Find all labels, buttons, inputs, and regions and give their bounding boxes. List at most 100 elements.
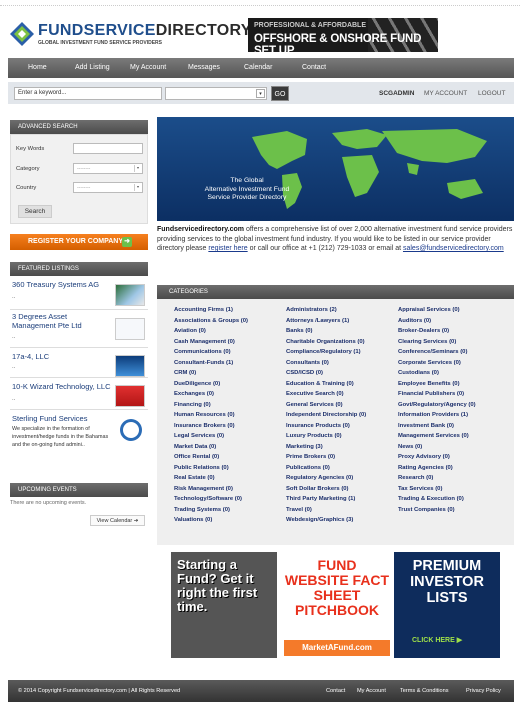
keyword-input[interactable]: Enter a keyword... xyxy=(14,87,162,100)
listing-thumbnail[interactable] xyxy=(115,355,145,377)
listing-name[interactable]: 3 Degrees Asset Management Pte Ltd xyxy=(12,312,112,330)
category-link[interactable]: Trust Companies (0) xyxy=(398,507,455,513)
list-item[interactable]: 17a-4, LLC .. xyxy=(10,352,148,378)
category-link[interactable]: Technology/Software (0) xyxy=(174,496,242,502)
category-link[interactable]: Banks (0) xyxy=(286,328,313,334)
listing-name[interactable]: 360 Treasury Systems AG xyxy=(12,280,112,289)
username-link[interactable]: SCGADMIN xyxy=(379,90,414,97)
category-link[interactable]: Proxy Advisory (0) xyxy=(398,454,450,460)
category-link[interactable]: Soft Dollar Brokers (0) xyxy=(286,486,349,492)
category-link[interactable]: Auditors (0) xyxy=(398,318,431,324)
category-link[interactable]: Publications (0) xyxy=(286,465,330,471)
sales-email-link[interactable]: sales@fundservicedirectory.com xyxy=(403,245,504,252)
category-link[interactable]: Custodians (0) xyxy=(398,370,439,376)
footer-terms-link[interactable]: Terms & Conditions xyxy=(400,688,449,694)
category-link[interactable]: Office Rental (0) xyxy=(174,454,219,460)
category-link[interactable]: Insurance Brokers (0) xyxy=(174,423,235,429)
category-link[interactable]: Prime Brokers (0) xyxy=(286,454,335,460)
category-link[interactable]: Corporate Services (0) xyxy=(398,360,461,366)
category-link[interactable]: Cash Management (0) xyxy=(174,339,235,345)
logout-link[interactable]: LOGOUT xyxy=(478,90,505,97)
category-select[interactable]: -------- ▾ xyxy=(73,163,143,174)
category-link[interactable]: CSD/ICSD (0) xyxy=(286,370,323,376)
category-link[interactable]: Financial Publishers (0) xyxy=(398,391,464,397)
category-link[interactable]: Investment Bank (0) xyxy=(398,423,454,429)
category-link[interactable]: Luxury Products (0) xyxy=(286,433,342,439)
category-link[interactable]: Administrators (2) xyxy=(286,307,337,313)
listing-name[interactable]: Sterling Fund Services xyxy=(12,414,122,423)
category-link[interactable]: News (0) xyxy=(398,444,422,450)
site-logo[interactable]: FUNDSERVICEDIRECTORY.COM GLOBAL INVESTME… xyxy=(10,20,293,50)
category-link[interactable]: Travel (0) xyxy=(286,507,312,513)
category-link[interactable]: CRM (0) xyxy=(174,370,196,376)
go-button[interactable]: GO xyxy=(271,86,289,101)
listing-thumbnail[interactable] xyxy=(115,385,145,407)
category-link[interactable]: Attorneys /Lawyers (1) xyxy=(286,318,349,324)
category-link[interactable]: Insurance Products (0) xyxy=(286,423,350,429)
listing-thumbnail[interactable] xyxy=(115,284,145,306)
category-link[interactable]: Information Providers (1) xyxy=(398,412,468,418)
fund-setup-banner[interactable]: PROFESSIONAL & AFFORDABLE OFFSHORE & ONS… xyxy=(248,18,438,52)
category-link[interactable]: Risk Management (0) xyxy=(174,486,233,492)
view-calendar-button[interactable]: View Calendar ➔ xyxy=(90,515,145,526)
category-link[interactable]: Financing (0) xyxy=(174,402,211,408)
category-link[interactable]: Consultants (0) xyxy=(286,360,329,366)
category-link[interactable]: Exchanges (0) xyxy=(174,391,214,397)
category-link[interactable]: Govt/Regulatory/Agency (0) xyxy=(398,402,476,408)
nav-home[interactable]: Home xyxy=(28,64,47,71)
listing-name[interactable]: 10-K Wizard Technology, LLC xyxy=(12,382,112,391)
search-category-select[interactable]: ▾ xyxy=(165,87,267,100)
category-link[interactable]: Charitable Organizations (0) xyxy=(286,339,365,345)
category-link[interactable]: Appraisal Services (0) xyxy=(398,307,460,313)
category-link[interactable]: Tax Services (0) xyxy=(398,486,442,492)
category-link[interactable]: Research (0) xyxy=(398,475,433,481)
category-link[interactable]: Independent Directorship (0) xyxy=(286,412,366,418)
category-link[interactable]: Management Services (0) xyxy=(398,433,469,439)
category-link[interactable]: Consultant-Funds (1) xyxy=(174,360,233,366)
footer-my-account-link[interactable]: My Account xyxy=(357,688,386,694)
list-item[interactable]: 360 Treasury Systems AG .. xyxy=(10,280,148,310)
category-link[interactable]: Accounting Firms (1) xyxy=(174,307,233,313)
category-link[interactable]: Clearing Services (0) xyxy=(398,339,456,345)
footer-contact-link[interactable]: Contact xyxy=(326,688,345,694)
fund-website-ad[interactable]: FUND WEBSITE FACT SHEET PITCHBOOK Market… xyxy=(284,552,390,658)
starting-a-fund-ad[interactable]: Starting a Fund? Get it right the first … xyxy=(171,552,277,658)
category-link[interactable]: Legal Services (0) xyxy=(174,433,224,439)
category-link[interactable]: Rating Agencies (0) xyxy=(398,465,453,471)
category-link[interactable]: Compliance/Regulatory (1) xyxy=(286,349,361,355)
category-link[interactable]: Conference/Seminars (0) xyxy=(398,349,467,355)
my-account-link[interactable]: MY ACCOUNT xyxy=(424,90,467,97)
list-item[interactable]: 3 Degrees Asset Management Pte Ltd .. xyxy=(10,312,148,348)
category-link[interactable]: DueDiligence (0) xyxy=(174,381,220,387)
search-button[interactable]: Search xyxy=(18,205,52,218)
category-link[interactable]: Employee Benefits (0) xyxy=(398,381,460,387)
listing-name[interactable]: 17a-4, LLC xyxy=(12,352,112,361)
category-link[interactable]: Marketing (3) xyxy=(286,444,323,450)
category-link[interactable]: Trading & Execution (0) xyxy=(398,496,464,502)
category-link[interactable]: Webdesign/Graphics (3) xyxy=(286,517,353,523)
category-link[interactable]: Real Estate (0) xyxy=(174,475,215,481)
listing-thumbnail[interactable] xyxy=(115,318,145,340)
category-link[interactable]: General Services (0) xyxy=(286,402,343,408)
nav-calendar[interactable]: Calendar xyxy=(244,64,272,71)
register-company-button[interactable]: REGISTER YOUR COMPANY ➜ xyxy=(10,234,148,250)
list-item[interactable]: Sterling Fund Services We specialize in … xyxy=(10,414,148,458)
category-link[interactable]: Third Party Marketing (1) xyxy=(286,496,355,502)
register-here-link[interactable]: register here xyxy=(208,245,247,252)
category-link[interactable]: Broker-Dealers (0) xyxy=(398,328,449,334)
keywords-field[interactable] xyxy=(73,143,143,154)
premium-investor-lists-ad[interactable]: PREMIUM INVESTOR LISTS CLICK HERE ▶ xyxy=(394,552,500,658)
category-link[interactable]: Regulatory Agencies (0) xyxy=(286,475,353,481)
category-link[interactable]: Associations & Groups (0) xyxy=(174,318,248,324)
listing-thumbnail[interactable] xyxy=(117,417,145,443)
category-link[interactable]: Market Data (0) xyxy=(174,444,216,450)
category-link[interactable]: Communications (0) xyxy=(174,349,231,355)
category-link[interactable]: Public Relations (0) xyxy=(174,465,229,471)
category-link[interactable]: Human Resources (0) xyxy=(174,412,235,418)
footer-privacy-link[interactable]: Privacy Policy xyxy=(466,688,501,694)
country-select[interactable]: -------- ▾ xyxy=(73,182,143,193)
nav-contact[interactable]: Contact xyxy=(302,64,326,71)
category-link[interactable]: Aviation (0) xyxy=(174,328,206,334)
nav-messages[interactable]: Messages xyxy=(188,64,220,71)
category-link[interactable]: Executive Search (0) xyxy=(286,391,344,397)
